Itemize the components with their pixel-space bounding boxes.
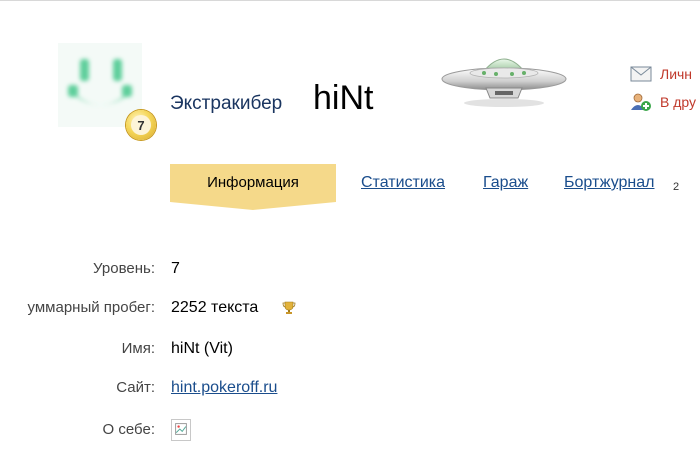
- user-add-icon: [631, 93, 651, 111]
- add-friend-label: В дру: [660, 94, 697, 110]
- level-label: Уровень:: [93, 260, 155, 277]
- tab-logbook[interactable]: Бортжурнал: [564, 174, 654, 192]
- tab-garage[interactable]: Гараж: [483, 174, 528, 192]
- tab-information[interactable]: Информация: [170, 164, 336, 210]
- user-rank: Экстракибер: [170, 93, 283, 114]
- tab-information-label: Информация: [207, 174, 299, 191]
- level-badge: 7: [126, 110, 156, 140]
- mileage-label: уммарный пробег:: [27, 299, 155, 316]
- mileage-value: 2252 текста: [171, 299, 259, 316]
- trophy-icon: [282, 301, 296, 314]
- add-friend-link[interactable]: В дру: [630, 93, 696, 111]
- level-value: 7: [171, 260, 180, 277]
- envelope-icon: [630, 66, 652, 82]
- logbook-count: 2: [673, 181, 680, 193]
- profile-page: 7 Экстракибер hiNt Личн В дру Информация…: [0, 0, 700, 469]
- about-label: О себе:: [102, 421, 155, 438]
- user-nickname: hiNt: [313, 79, 374, 117]
- broken-image-icon: [171, 419, 191, 441]
- name-label: Имя:: [121, 340, 155, 357]
- site-link[interactable]: hint.pokeroff.ru: [171, 379, 277, 397]
- ufo-icon: [441, 58, 567, 107]
- personal-message-link[interactable]: Личн: [630, 65, 692, 83]
- personal-message-label: Личн: [660, 66, 693, 82]
- level-badge-number: 7: [131, 115, 151, 135]
- site-label: Сайт:: [116, 379, 155, 396]
- name-value: hiNt (Vit): [171, 340, 233, 357]
- tab-statistics[interactable]: Статистика: [361, 174, 445, 192]
